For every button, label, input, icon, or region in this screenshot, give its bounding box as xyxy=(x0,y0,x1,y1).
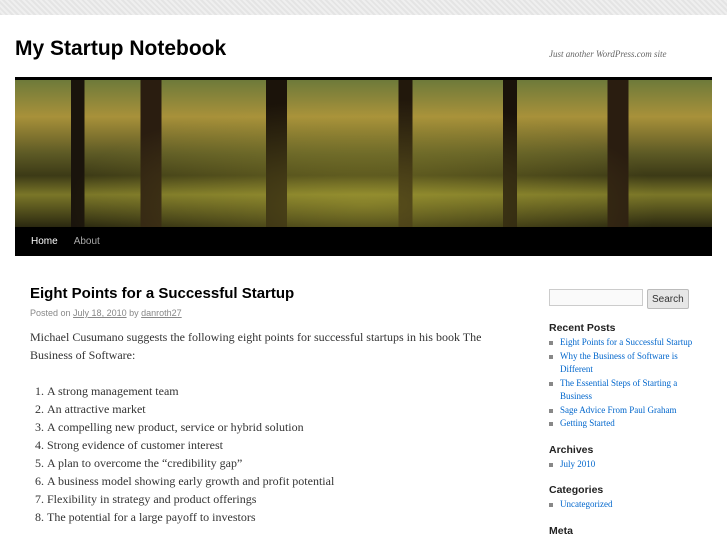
page-wrapper: My Startup Notebook Just another WordPre… xyxy=(0,15,727,545)
list-item: An attractive market xyxy=(47,400,510,418)
post: Eight Points for a Successful Startup Po… xyxy=(30,285,510,526)
post-content: Michael Cusumano suggests the following … xyxy=(30,328,510,526)
recent-post-link[interactable]: Why the Business of Software is Differen… xyxy=(549,350,699,377)
page-background xyxy=(0,0,727,15)
categories-heading: Categories xyxy=(549,484,604,496)
site-title[interactable]: My Startup Notebook xyxy=(15,37,226,61)
author-link[interactable]: danroth27 xyxy=(141,308,182,318)
posted-on-label: Posted on xyxy=(30,308,71,318)
nav-home[interactable]: Home xyxy=(23,227,66,256)
meta-heading: Meta xyxy=(549,524,573,537)
search-input[interactable] xyxy=(549,289,643,306)
nav-about[interactable]: About xyxy=(66,227,108,256)
list-item: A business model showing early growth an… xyxy=(47,472,510,490)
list-item: The potential for a large payoff to inve… xyxy=(47,508,510,526)
recent-post-link[interactable]: Getting Started xyxy=(549,417,699,431)
archives-heading: Archives xyxy=(549,443,594,456)
recent-post-link[interactable]: Sage Advice From Paul Graham xyxy=(549,404,699,418)
points-list: A strong management team An attractive m… xyxy=(30,382,510,526)
search-form: Search xyxy=(549,289,699,309)
recent-post-link[interactable]: The Essential Steps of Starting a Busine… xyxy=(549,377,699,404)
category-link[interactable]: Uncategorized xyxy=(549,498,699,512)
list-item: Strong evidence of customer interest xyxy=(47,436,510,454)
recent-post-link[interactable]: Eight Points for a Successful Startup xyxy=(549,336,699,350)
list-item: A plan to overcome the “credibility gap” xyxy=(47,454,510,472)
post-meta: Posted on July 18, 2010 by danroth27 xyxy=(30,308,510,318)
archive-link[interactable]: July 2010 xyxy=(549,458,699,472)
list-item: Flexibility in strategy and product offe… xyxy=(47,490,510,508)
list-item: A strong management team xyxy=(47,382,510,400)
list-item: A compelling new product, service or hyb… xyxy=(47,418,510,436)
recent-posts-heading: Recent Posts xyxy=(549,322,616,334)
main-nav: Home About xyxy=(15,227,712,256)
sidebar: Search Recent Posts Eight Points for a S… xyxy=(549,289,699,537)
post-title[interactable]: Eight Points for a Successful Startup xyxy=(30,285,510,302)
site-description: Just another WordPress.com site xyxy=(549,49,667,59)
post-intro: Michael Cusumano suggests the following … xyxy=(30,330,482,362)
by-label: by xyxy=(129,308,139,318)
search-button[interactable]: Search xyxy=(647,289,689,309)
header-image xyxy=(15,77,712,227)
post-date-link[interactable]: July 18, 2010 xyxy=(73,308,127,318)
